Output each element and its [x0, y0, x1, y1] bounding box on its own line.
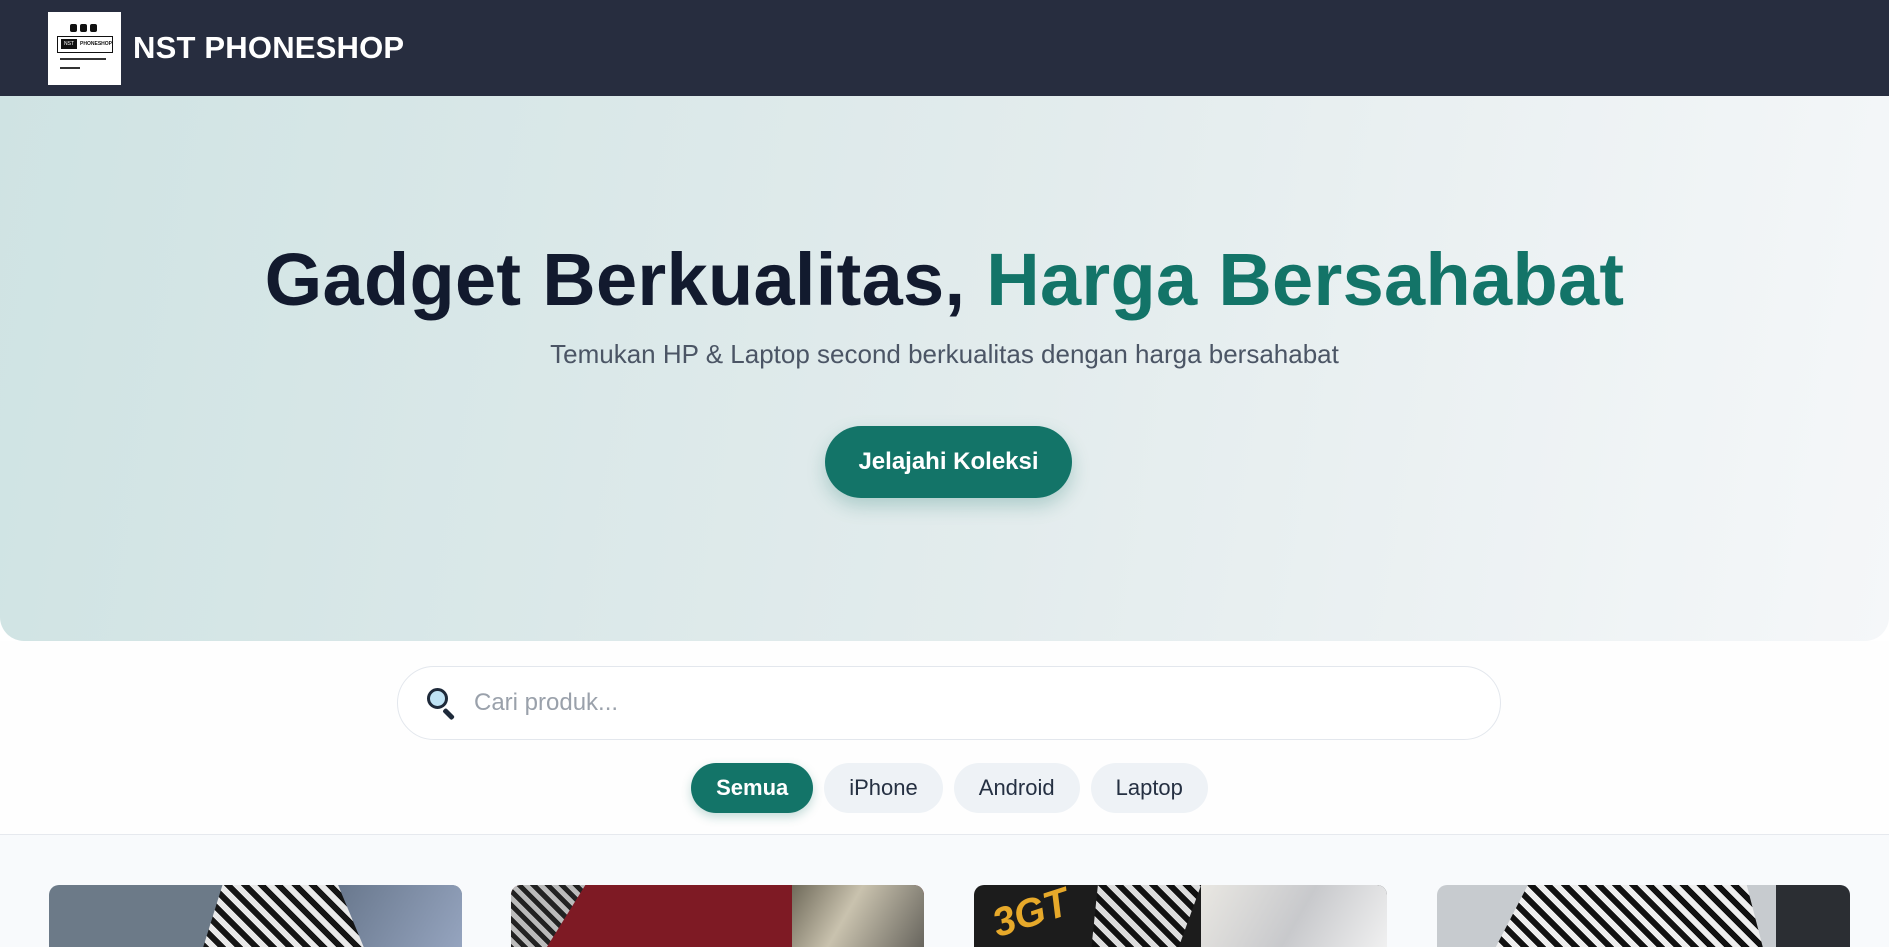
- product-card[interactable]: [511, 885, 924, 947]
- logo-text-right: PHONESHOP: [80, 41, 112, 47]
- search-bar[interactable]: [397, 666, 1501, 740]
- product-card[interactable]: [49, 885, 462, 947]
- brand-name[interactable]: NST PHONESHOP: [133, 30, 404, 66]
- filter-chip-semua[interactable]: Semua: [691, 763, 814, 813]
- product-card[interactable]: [1437, 885, 1850, 947]
- logo-text-left: NST: [61, 39, 78, 49]
- search-input[interactable]: [474, 689, 1474, 717]
- hero-subtitle: Temukan HP & Laptop second berkualitas d…: [550, 339, 1339, 369]
- top-header: NST PHONESHOP NST PHONESHOP: [0, 0, 1889, 96]
- hero-title-main: Gadget Berkualitas,: [264, 238, 987, 321]
- product-image: [1775, 885, 1850, 947]
- category-filters: Semua iPhone Android Laptop: [0, 763, 1889, 813]
- logo-box: NST PHONESHOP: [57, 35, 113, 53]
- hero-title-accent: Harga Bersahabat: [986, 238, 1625, 321]
- filter-chip-iphone[interactable]: iPhone: [824, 763, 943, 813]
- logo-line: [60, 57, 106, 60]
- logo-device-icons: [70, 23, 100, 32]
- search-icon: [424, 686, 458, 721]
- product-card[interactable]: 3GT: [974, 885, 1387, 947]
- logo-line: [60, 66, 80, 69]
- filter-chip-laptop[interactable]: Laptop: [1090, 763, 1208, 813]
- product-image: [791, 885, 924, 947]
- filter-chip-android[interactable]: Android: [953, 763, 1080, 813]
- search-filter-section: Semua iPhone Android Laptop: [0, 641, 1889, 835]
- product-image-text: 3GT: [986, 885, 1075, 946]
- product-image: [1201, 885, 1387, 947]
- hero-title: Gadget Berkualitas, Harga Bersahabat: [0, 237, 1889, 322]
- brand-logo[interactable]: NST PHONESHOP: [48, 11, 121, 85]
- product-grid: 3GT: [0, 835, 1889, 947]
- explore-collection-button[interactable]: Jelajahi Koleksi: [825, 426, 1072, 498]
- hero-section: Gadget Berkualitas, Harga Bersahabat Tem…: [0, 96, 1889, 641]
